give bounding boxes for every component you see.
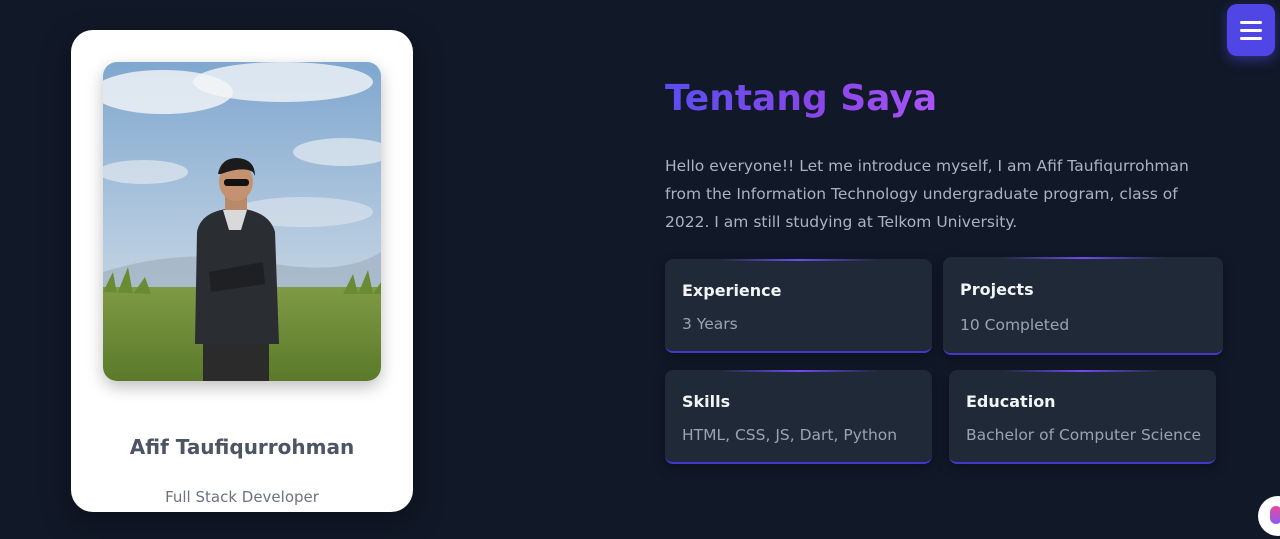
- chat-widget-icon: [1270, 506, 1280, 524]
- profile-role: Full Stack Developer: [165, 488, 319, 506]
- stat-value: 10 Completed: [960, 316, 1070, 334]
- stat-value: HTML, CSS, JS, Dart, Python: [682, 426, 898, 444]
- about-section: Afif Taufiqurrohman Full Stack Developer…: [0, 0, 1280, 539]
- chat-widget-button[interactable]: [1258, 496, 1280, 536]
- stat-card-experience: Experience 3 Years: [665, 259, 932, 353]
- stat-card-skills: Skills HTML, CSS, JS, Dart, Python: [665, 370, 932, 464]
- profile-card: Afif Taufiqurrohman Full Stack Developer: [71, 30, 413, 512]
- stat-label: Education: [966, 392, 1056, 411]
- stat-value: 3 Years: [682, 315, 738, 333]
- stat-label: Projects: [960, 280, 1034, 299]
- stat-card-projects: Projects 10 Completed: [943, 257, 1223, 355]
- profile-name: Afif Taufiqurrohman: [129, 435, 355, 459]
- hamburger-menu-icon-bar: [1240, 36, 1262, 40]
- hamburger-menu-icon: [1240, 20, 1262, 24]
- stat-label: Skills: [682, 392, 731, 411]
- about-title: Tentang Saya: [665, 78, 938, 119]
- hamburger-menu-icon-bar: [1240, 28, 1262, 32]
- stat-card-education: Education Bachelor of Computer Science: [949, 370, 1216, 464]
- stat-value: Bachelor of Computer Science: [966, 426, 1202, 444]
- menu-button[interactable]: [1227, 4, 1275, 56]
- profile-photo: [103, 62, 381, 381]
- stat-label: Experience: [682, 281, 782, 300]
- about-description: Hello everyone!! Let me introduce myself…: [665, 157, 1189, 231]
